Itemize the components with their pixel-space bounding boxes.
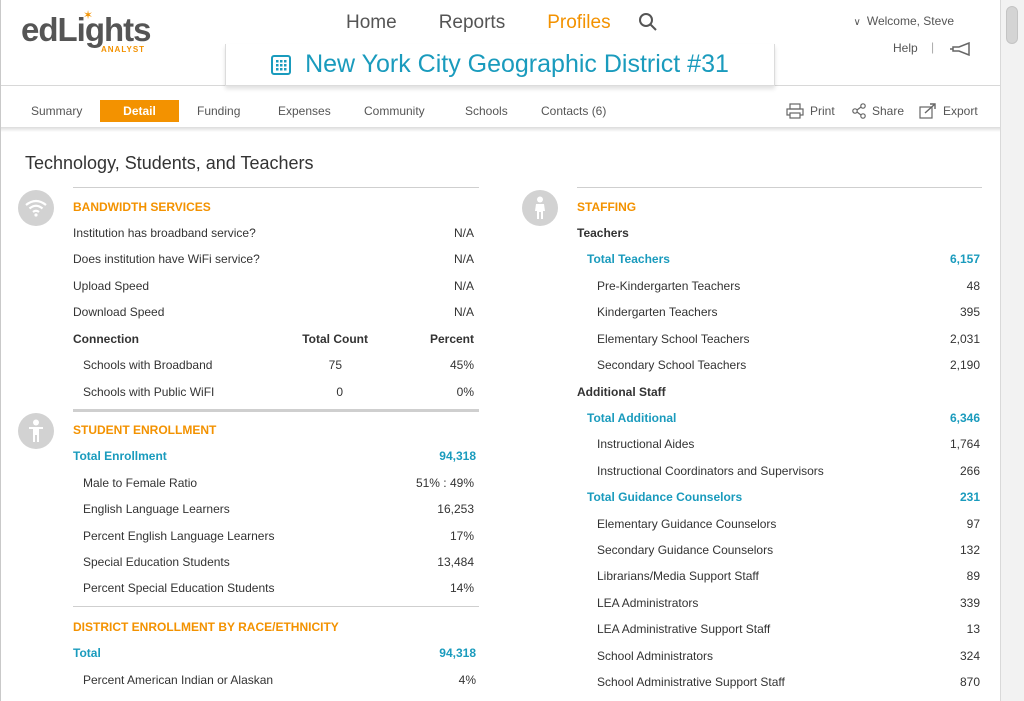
table-row: School Administrative Support Staff 870	[597, 675, 980, 689]
divider	[73, 606, 479, 607]
connection-header-row: Connection Total Count Percent	[73, 332, 474, 346]
table-row: Percent Special Education Students 14%	[83, 581, 474, 595]
table-row: Schools with Public WiFI 0 0%	[83, 385, 474, 399]
app-window: edLights ✶ ANALYST Home Reports Profiles…	[0, 0, 1001, 701]
table-row: Kindergarten Teachers 395	[597, 305, 980, 319]
student-icon	[18, 413, 54, 449]
bandwidth-heading: BANDWIDTH SERVICES	[73, 200, 211, 214]
table-row: Elementary School Teachers 2,031	[597, 332, 980, 346]
tab-funding[interactable]: Funding	[197, 100, 240, 122]
teachers-label: Teachers	[577, 226, 629, 240]
profile-tabs: Summary Detail Funding Expenses Communit…	[1, 97, 1001, 123]
subnav-shadow	[1, 127, 1001, 132]
logo-spark-icon: ✶	[83, 8, 94, 22]
table-row: Male to Female Ratio 51% : 49%	[83, 476, 474, 490]
help-separator: |	[931, 40, 935, 54]
staffing-heading: STAFFING	[577, 200, 637, 214]
table-row: Schools with Broadband 75 45%	[83, 358, 474, 372]
section-divider	[73, 409, 479, 412]
additional-staff-label: Additional Staff	[577, 385, 666, 399]
table-row: Download Speed N/A	[73, 305, 474, 319]
table-row: Elementary Guidance Counselors 97	[597, 517, 980, 531]
tab-community[interactable]: Community	[364, 100, 425, 122]
tab-expenses[interactable]: Expenses	[278, 100, 331, 122]
table-row: Secondary School Teachers 2,190	[597, 358, 980, 372]
table-row: Instructional Coordinators and Superviso…	[597, 464, 980, 478]
building-grid-icon	[271, 54, 292, 75]
share-label: Share	[872, 104, 905, 118]
search-icon[interactable]	[638, 12, 658, 32]
tab-schools[interactable]: Schools	[465, 100, 508, 122]
wifi-icon	[18, 190, 54, 226]
total-enrollment-row: Total Enrollment 94,318	[73, 449, 476, 463]
user-menu[interactable]: ∨ Welcome, Steve	[854, 14, 954, 28]
top-nav: Home Reports Profiles	[346, 12, 653, 34]
logo[interactable]: edLights ✶ ANALYST	[21, 8, 151, 54]
page-title: New York City Geographic District #31	[305, 50, 729, 78]
table-row: English Language Learners 16,253	[83, 502, 474, 516]
table-row: Percent American Indian or Alaskan 4%	[83, 673, 476, 687]
district-title-box: New York City Geographic District #31	[225, 44, 775, 86]
table-row: LEA Administrative Support Staff 13	[597, 622, 980, 636]
table-row: Instructional Aides 1,764	[597, 437, 980, 451]
table-row: Upload Speed N/A	[73, 279, 474, 293]
chevron-down-icon: ∨	[853, 17, 861, 28]
welcome-text: Welcome, Steve	[866, 14, 954, 28]
total-teachers-row: Total Teachers 6,157	[587, 252, 980, 266]
tab-summary[interactable]: Summary	[31, 100, 82, 122]
person-icon	[522, 190, 558, 226]
table-row: Percent English Language Learners 17%	[83, 529, 474, 543]
section-title: Technology, Students, and Teachers	[25, 153, 314, 173]
table-row: Does institution have WiFi service? N/A	[73, 252, 474, 266]
total-additional-row: Total Additional 6,346	[587, 411, 980, 425]
table-row: Special Education Students 13,484	[83, 555, 474, 569]
printer-icon	[786, 103, 804, 119]
print-button[interactable]: Print	[786, 100, 835, 122]
export-label: Export	[943, 104, 978, 118]
export-button[interactable]: Export	[919, 100, 978, 122]
share-icon	[852, 103, 866, 119]
race-total-row: Total 94,318	[73, 646, 476, 660]
share-button[interactable]: Share	[852, 100, 904, 122]
megaphone-icon[interactable]	[949, 42, 973, 56]
total-guidance-row: Total Guidance Counselors 231	[587, 490, 980, 504]
export-icon	[919, 103, 936, 119]
tab-detail[interactable]: Detail	[100, 100, 179, 122]
vertical-scrollbar[interactable]	[1000, 0, 1024, 701]
table-row: Pre-Kindergarten Teachers 48	[597, 279, 980, 293]
race-heading: DISTRICT ENROLLMENT BY RACE/ETHNICITY	[73, 620, 339, 634]
nav-reports[interactable]: Reports	[439, 12, 506, 34]
table-row: School Administrators 324	[597, 649, 980, 663]
help-link[interactable]: Help	[893, 41, 918, 55]
enrollment-heading: STUDENT ENROLLMENT	[73, 423, 217, 437]
scrollbar-thumb[interactable]	[1006, 6, 1018, 44]
nav-profiles[interactable]: Profiles	[547, 12, 610, 34]
logo-subtitle: ANALYST	[101, 45, 146, 54]
table-row: Secondary Guidance Counselors 132	[597, 543, 980, 557]
divider	[577, 187, 982, 188]
print-label: Print	[810, 104, 835, 118]
divider	[73, 187, 479, 188]
nav-home[interactable]: Home	[346, 12, 397, 34]
table-row: Institution has broadband service? N/A	[73, 226, 474, 240]
table-row: Librarians/Media Support Staff 89	[597, 569, 980, 583]
tab-contacts[interactable]: Contacts (6)	[541, 100, 606, 122]
table-row: LEA Administrators 339	[597, 596, 980, 610]
